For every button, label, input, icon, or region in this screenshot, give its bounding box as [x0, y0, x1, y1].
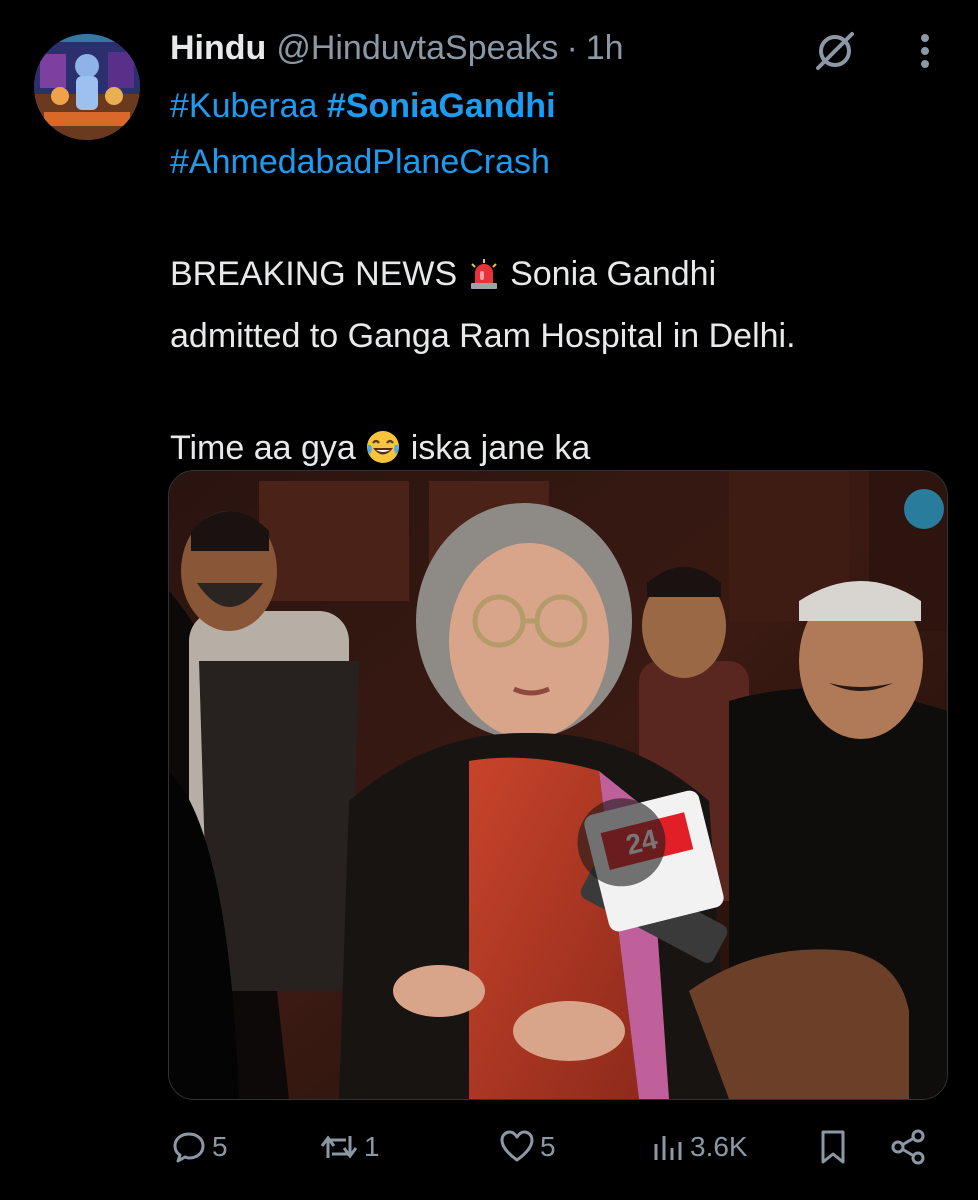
breaking-news-text: BREAKING NEWS: [170, 255, 458, 293]
avatar-image: [34, 34, 140, 140]
repost-button[interactable]: 1: [318, 1122, 380, 1172]
tweet-text: #Kuberaa #SoniaGandhi #AhmedabadPlaneCra…: [170, 78, 950, 482]
like-icon: [500, 1130, 534, 1162]
hashtag-line-1: #Kuberaa #SoniaGandhi: [170, 78, 950, 134]
hashtag-line-2: #AhmedabadPlaneCrash: [170, 134, 950, 190]
siren-emoji-icon: [467, 252, 501, 308]
author-handle[interactable]: @HinduvtaSpeaks: [276, 29, 558, 68]
views-icon: [654, 1136, 682, 1160]
reply-icon: [173, 1132, 205, 1163]
text-line-breaking: BREAKING NEWS Sonia Gandhi: [170, 246, 950, 308]
text-sonia-gandhi: Sonia Gandhi: [510, 255, 717, 293]
tweet-timestamp[interactable]: 1h: [586, 29, 624, 68]
media-photo: 24: [169, 471, 947, 1099]
header-separator: ·: [566, 28, 578, 67]
views-count: 3.6K: [690, 1131, 748, 1162]
grok-icon[interactable]: [810, 26, 860, 76]
repost-count: 1: [364, 1131, 380, 1162]
tweet-action-bar: 5 1 5 3.6K: [170, 1122, 950, 1172]
text-time-aa-gya: Time aa gya: [170, 429, 356, 467]
tweet-header: Hindu @HinduvtaSpeaks · 1h: [170, 26, 624, 70]
like-count: 5: [540, 1131, 556, 1162]
laughing-emoji-glyph: [367, 431, 400, 463]
share-button[interactable]: [888, 1122, 928, 1172]
siren-emoji-glyph: [470, 259, 497, 289]
reply-button[interactable]: 5: [170, 1122, 228, 1172]
text-line-admitted: admitted to Ganga Ram Hospital in Delhi.: [170, 317, 796, 355]
bookmark-icon: [821, 1130, 845, 1164]
text-iska-jane-ka: iska jane ka: [410, 429, 591, 467]
like-button[interactable]: 5: [498, 1122, 556, 1172]
author-display-name[interactable]: Hindu: [170, 29, 266, 68]
share-icon: [891, 1129, 925, 1165]
repost-icon: [320, 1135, 358, 1159]
hashtag-kuberaa[interactable]: #Kuberaa: [170, 87, 317, 125]
tweet-media-image[interactable]: 24: [168, 470, 948, 1100]
reply-count: 5: [212, 1131, 228, 1162]
views-button[interactable]: 3.6K: [648, 1122, 748, 1172]
bookmark-button[interactable]: [814, 1122, 852, 1172]
more-options-icon[interactable]: [900, 26, 950, 76]
avatar[interactable]: [34, 34, 140, 140]
hashtag-ahmedabadplanecrash[interactable]: #AhmedabadPlaneCrash: [170, 143, 550, 181]
hashtag-soniagandhi[interactable]: #SoniaGandhi: [327, 87, 556, 125]
